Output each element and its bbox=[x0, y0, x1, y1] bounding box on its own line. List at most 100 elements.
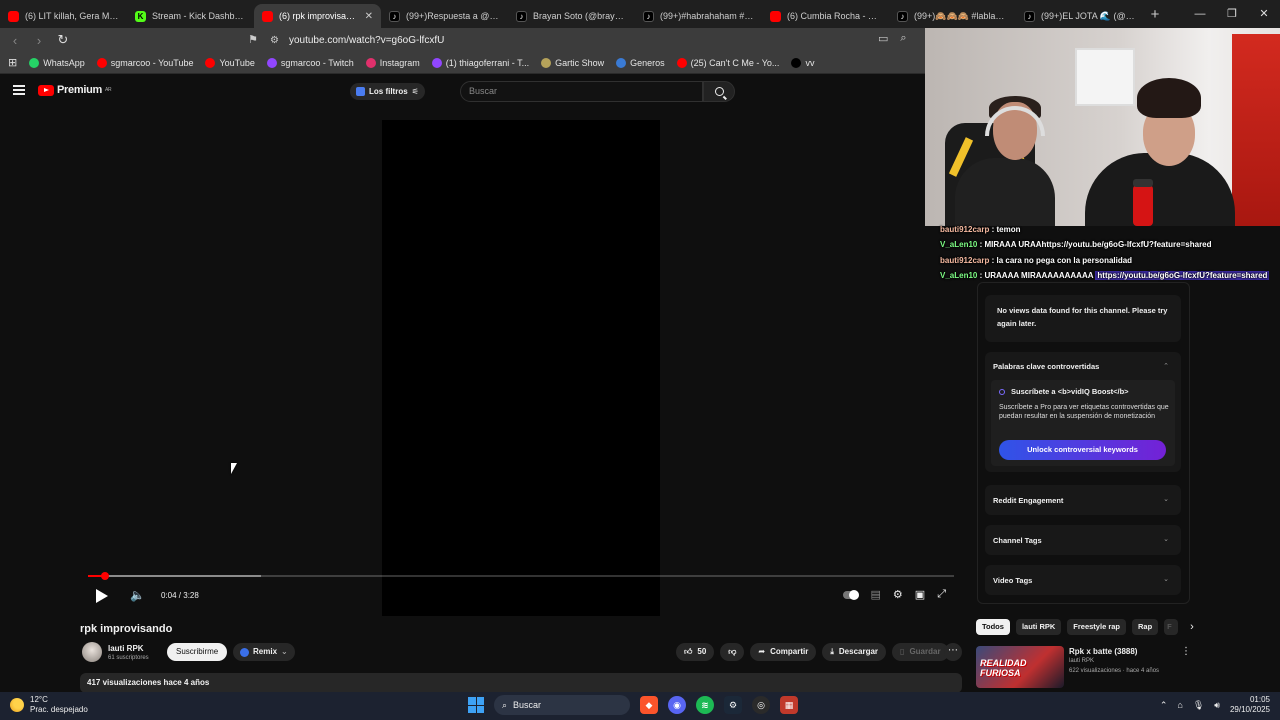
obs-icon[interactable]: ◎ bbox=[752, 696, 770, 714]
unlock-keywords-button[interactable]: Unlock controversial keywords bbox=[999, 440, 1166, 460]
bookmark-item[interactable]: Instagram bbox=[365, 57, 420, 68]
chevron-up-icon[interactable]: ⌃ bbox=[1160, 700, 1168, 711]
miniplayer-icon[interactable]: ▣ bbox=[915, 588, 925, 601]
reload-icon[interactable]: ↻ bbox=[56, 32, 70, 48]
chip-rap[interactable]: Rap bbox=[1132, 619, 1159, 635]
webcam-overlay bbox=[925, 28, 1280, 226]
bookmark-item[interactable]: sgmarcoo - Twitch bbox=[266, 57, 354, 68]
video-progress-bar[interactable] bbox=[88, 572, 954, 580]
address-bar[interactable]: ⚙ youtube.com/watch?v=g6oG-lfcxfU bbox=[270, 31, 870, 49]
new-tab-button[interactable]: + bbox=[1143, 6, 1167, 23]
chevron-right-icon[interactable]: › bbox=[1190, 621, 1194, 633]
fullscreen-icon[interactable]: ⤢ bbox=[937, 588, 946, 601]
channel-avatar[interactable] bbox=[82, 642, 102, 662]
bookmark-label: Generos bbox=[630, 57, 665, 68]
more-actions-button[interactable]: ⋯ bbox=[944, 643, 962, 661]
chip-more[interactable]: F bbox=[1164, 619, 1179, 635]
minimize-icon[interactable]: — bbox=[1184, 0, 1216, 28]
captions-icon[interactable]: ▤ bbox=[871, 588, 881, 601]
url-text[interactable]: youtube.com/watch?v=g6oG-lfcxfU bbox=[289, 35, 444, 46]
bookmark-item[interactable]: (1) thiagoferrani - T... bbox=[431, 57, 529, 68]
chip-channel[interactable]: lauti RPK bbox=[1015, 619, 1062, 635]
microphone-icon[interactable]: 🎙︎ bbox=[1193, 700, 1204, 711]
windows-start-icon[interactable] bbox=[468, 697, 484, 713]
subscribe-button[interactable]: Suscribirme bbox=[167, 643, 228, 661]
related-filter-chips: Todos lauti RPK Freestyle rap Rap F › bbox=[976, 619, 1194, 635]
bookmark-label: Instagram bbox=[379, 57, 420, 68]
chip-all[interactable]: Todos bbox=[976, 619, 1010, 635]
save-button[interactable]: ▯ Guardar bbox=[892, 643, 949, 661]
bookmark-item[interactable]: YouTube bbox=[205, 57, 255, 68]
search-button[interactable] bbox=[703, 81, 735, 102]
reddit-engagement-accordion[interactable]: Reddit Engagement ⌄ bbox=[985, 485, 1181, 515]
chevron-up-icon[interactable]: ⌃ bbox=[1163, 362, 1169, 370]
youtube-premium-logo[interactable]: Premium AR bbox=[38, 84, 112, 96]
chat-link[interactable]: https://youtu.be/g6oG-lfcxfU?feature=sha… bbox=[1042, 240, 1212, 249]
browser-tab[interactable]: (6) rpk improvisando ✕ bbox=[254, 4, 381, 28]
apps-grid-icon[interactable]: ⊞ bbox=[8, 56, 17, 69]
network-icon[interactable]: ⌂ bbox=[1177, 700, 1182, 710]
video-tags-accordion[interactable]: Video Tags ⌄ bbox=[985, 565, 1181, 595]
browser-tab[interactable]: (6) LIT killah, Gera MX - La bbox=[0, 4, 127, 28]
chat-message: V_aLen10 : MIRAAA URAAhttps://youtu.be/g… bbox=[940, 237, 1280, 252]
search-input[interactable]: Buscar bbox=[460, 81, 703, 102]
steam-icon[interactable]: ⚙ bbox=[724, 696, 742, 714]
forward-icon[interactable]: › bbox=[32, 33, 46, 48]
channel-name[interactable]: lauti RPK bbox=[108, 644, 144, 653]
bookmark-item[interactable]: Generos bbox=[616, 57, 665, 68]
kebab-menu-icon[interactable]: ⋮ bbox=[1181, 646, 1191, 657]
bookmark-item[interactable]: Gartic Show bbox=[541, 57, 604, 68]
speaker-icon[interactable]: 🔊︎ bbox=[1214, 700, 1220, 711]
browser-tab[interactable]: ♪ (99+)Respuesta a @guille bbox=[381, 4, 508, 28]
back-icon[interactable]: ‹ bbox=[8, 33, 22, 48]
weather-widget[interactable]: 12°C Prac. despejado bbox=[10, 695, 88, 715]
brave-browser-icon[interactable]: ◆ bbox=[640, 696, 658, 714]
browser-tab[interactable]: (6) Cumbia Rocha - Tu sil bbox=[762, 4, 889, 28]
browser-tab[interactable]: K Stream - Kick Dashboard bbox=[127, 4, 254, 28]
bookmark-item[interactable]: WhatsApp bbox=[29, 57, 85, 68]
bookmark-page-icon[interactable]: ⚑ bbox=[248, 33, 258, 46]
browser-tab[interactable]: ♪ Brayan Soto (@brayan.sot bbox=[508, 4, 635, 28]
maximize-icon[interactable]: ❐ bbox=[1216, 0, 1248, 28]
bookmark-favicon-icon bbox=[266, 57, 277, 68]
bookmark-item[interactable]: sgmarcoo - YouTube bbox=[96, 57, 193, 68]
browser-tab[interactable]: ♪ (99+)🙈🙈🙈 #lablancat bbox=[889, 4, 1016, 28]
filters-button[interactable]: Los filtros ⚟ bbox=[350, 83, 425, 100]
bookmark-item[interactable]: (25) Can't C Me - Yo... bbox=[676, 57, 779, 68]
remix-button[interactable]: Remix ⌄ bbox=[233, 643, 295, 661]
close-tab-icon[interactable]: ✕ bbox=[365, 11, 373, 22]
bookmark-item[interactable]: vv bbox=[791, 57, 814, 68]
bookmark-favicon-icon bbox=[541, 57, 552, 68]
dislike-button[interactable]: 👎︎ bbox=[720, 643, 745, 661]
play-icon[interactable] bbox=[96, 589, 108, 603]
channel-tags-accordion[interactable]: Channel Tags ⌄ bbox=[985, 525, 1181, 555]
related-video-channel[interactable]: lauti RPK bbox=[1069, 658, 1094, 664]
close-window-icon[interactable]: ✕ bbox=[1248, 0, 1280, 28]
like-button[interactable]: 👍︎ 50 bbox=[676, 643, 715, 661]
site-info-icon[interactable]: ⚙ bbox=[270, 35, 279, 46]
share-button[interactable]: ➦ Compartir bbox=[750, 643, 817, 661]
discord-icon[interactable]: ◉ bbox=[668, 696, 686, 714]
related-video-title[interactable]: Rpk x batte (3888) bbox=[1069, 647, 1137, 656]
zoom-icon[interactable]: ⌕ bbox=[900, 32, 906, 45]
taskbar-search[interactable]: ⌕ Buscar bbox=[494, 695, 630, 715]
menu-icon[interactable] bbox=[13, 85, 25, 95]
browser-tab[interactable]: ♪ (99+)EL JOTA 🌊 (@jotaf bbox=[1016, 4, 1143, 28]
description-box[interactable]: 417 visualizaciones hace 4 años bbox=[80, 673, 962, 693]
cast-icon[interactable]: ▭ bbox=[878, 32, 888, 45]
browser-toolbar: ‹ › ↻ ⚑ ⚙ youtube.com/watch?v=g6oG-lfcxf… bbox=[0, 28, 925, 52]
chip-freestyle[interactable]: Freestyle rap bbox=[1067, 619, 1126, 635]
clock[interactable]: 01:05 29/10/2025 bbox=[1230, 695, 1270, 715]
volume-icon[interactable]: 🔈 bbox=[130, 588, 145, 602]
spotify-icon[interactable]: ≋ bbox=[696, 696, 714, 714]
browser-tab[interactable]: ♪ (99+)#habrahaham #core bbox=[635, 4, 762, 28]
related-video-thumbnail[interactable]: REALIDAD FURIOSA bbox=[976, 646, 1064, 688]
vidiq-boost-icon bbox=[999, 389, 1005, 395]
download-button[interactable]: ⤓ Descargar bbox=[822, 643, 887, 661]
video-frame[interactable] bbox=[382, 120, 660, 616]
keywords-title[interactable]: Palabras clave controvertidas bbox=[993, 362, 1099, 371]
chat-link[interactable]: https://youtu.be/g6oG-lfcxfU?feature=sha… bbox=[1095, 270, 1270, 280]
autoplay-toggle[interactable] bbox=[842, 589, 859, 600]
settings-icon[interactable]: ⚙ bbox=[893, 588, 903, 601]
media-app-icon[interactable]: ▦ bbox=[780, 696, 798, 714]
